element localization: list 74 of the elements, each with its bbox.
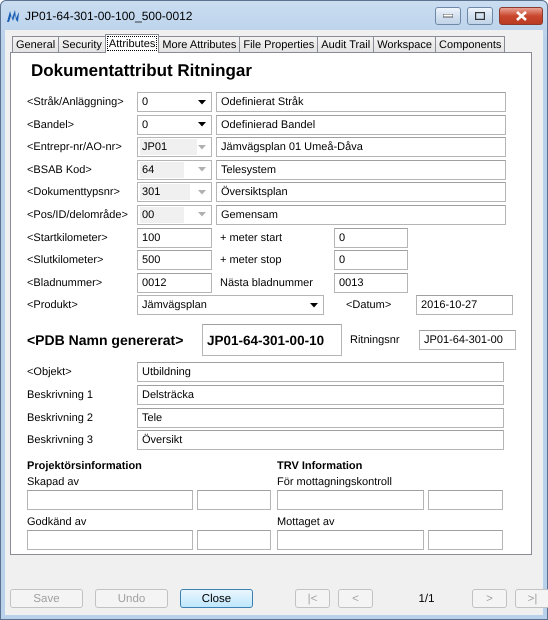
value-field[interactable]: 500 — [137, 250, 212, 270]
field-label: Mottaget av — [277, 516, 336, 529]
tab[interactable]: Audit Trail — [317, 36, 374, 53]
section-title: Projektörsinformation — [27, 460, 143, 473]
dialog-button[interactable]: Close — [180, 589, 253, 608]
text-field[interactable]: Tele — [137, 408, 504, 428]
tab[interactable]: More Attributes — [158, 36, 240, 53]
date-field[interactable]: 2016-10-27 — [416, 295, 513, 316]
field-label: <Objekt> — [27, 366, 73, 378]
tab[interactable]: Security — [58, 36, 106, 53]
field-label: <Slutkilometer> — [27, 254, 104, 266]
field-label: Godkänd av — [27, 516, 88, 529]
value-field[interactable]: 100 — [137, 228, 212, 248]
product-dropdown[interactable]: Jämvägsplan — [137, 295, 324, 316]
field-label: + meter start — [219, 232, 284, 244]
form-heading: Dokumentattribut Ritningar — [31, 61, 253, 81]
date-input[interactable] — [197, 490, 271, 510]
value-field[interactable]: 0012 — [137, 272, 212, 293]
date-input[interactable] — [428, 530, 503, 550]
text-field[interactable]: Översikt — [137, 430, 504, 450]
tab[interactable]: Workspace — [373, 36, 436, 53]
dropdown-arrow-icon[interactable] — [198, 100, 206, 104]
minimize-button[interactable] — [435, 6, 461, 24]
maximize-icon — [475, 12, 485, 20]
code-dropdown[interactable]: 0 — [137, 92, 212, 112]
field-label: För mottagningskontroll — [277, 476, 393, 489]
page-indicator: 1/1 — [418, 592, 436, 604]
close-icon — [516, 10, 526, 20]
value-field[interactable]: 0013 — [334, 272, 408, 293]
description-field[interactable]: Odefinierad Bandel — [216, 114, 506, 135]
value-field[interactable]: 0 — [334, 228, 408, 248]
field-label: + meter stop — [219, 254, 282, 266]
dropdown-arrow-icon[interactable] — [310, 302, 318, 308]
text-field[interactable]: Utbildning — [137, 362, 504, 382]
tab[interactable]: File Properties — [239, 36, 318, 53]
name-input[interactable] — [27, 490, 193, 510]
field-label: <Bandel> — [27, 118, 76, 131]
code-dropdown[interactable]: 0 — [137, 114, 212, 135]
text-field[interactable]: Delsträcka — [137, 384, 504, 405]
date-input[interactable] — [197, 530, 271, 550]
close-window-button[interactable] — [499, 6, 543, 24]
name-input[interactable] — [277, 530, 424, 550]
date-input[interactable] — [428, 490, 503, 510]
field-label: <Dokumenttypsnr> — [27, 186, 121, 198]
minimize-icon — [443, 14, 453, 18]
field-label: <Produkt> — [27, 299, 79, 312]
name-input[interactable] — [27, 530, 193, 550]
value-field[interactable]: 0 — [334, 250, 408, 270]
tab[interactable]: General — [12, 36, 60, 53]
drawing-number-field[interactable]: JP01-64-301-00 — [419, 330, 516, 350]
field-label: <Startkilometer> — [27, 232, 109, 244]
window-title: JP01-64-301-00-100_500-0012 — [25, 8, 194, 22]
field-label: <Bladnummer> — [27, 276, 104, 289]
field-label: <BSAB Kod> — [27, 164, 93, 176]
field-label: <PDB Namn genererat> — [27, 332, 184, 348]
field-label: Skapad av — [27, 476, 80, 489]
maximize-button[interactable] — [467, 6, 493, 24]
field-label: <Pos/ID/delområde> — [27, 208, 129, 221]
field-label: Beskrivning 3 — [27, 434, 94, 446]
name-input[interactable] — [277, 490, 424, 510]
field-label: Beskrivning 1 — [27, 388, 94, 401]
field-label: <Stråk/Anläggning> — [27, 96, 125, 108]
field-label: Nästa bladnummer — [219, 276, 314, 289]
field-label: <Entrepr-nr/AO-nr> — [27, 141, 123, 154]
description-field[interactable]: Odefinierat Stråk — [216, 92, 506, 112]
field-label: Ritningsnr — [349, 334, 401, 346]
field-label: Beskrivning 2 — [27, 412, 94, 424]
dropdown-arrow-icon[interactable] — [198, 122, 206, 128]
tab[interactable]: Attributes — [104, 34, 160, 53]
app-logo-icon — [6, 8, 20, 22]
section-title: TRV Information — [277, 460, 364, 473]
tab[interactable]: Components — [435, 36, 506, 53]
name-field[interactable]: JP01-64-301-00-10 — [202, 324, 342, 356]
field-label: <Datum> — [345, 299, 392, 312]
